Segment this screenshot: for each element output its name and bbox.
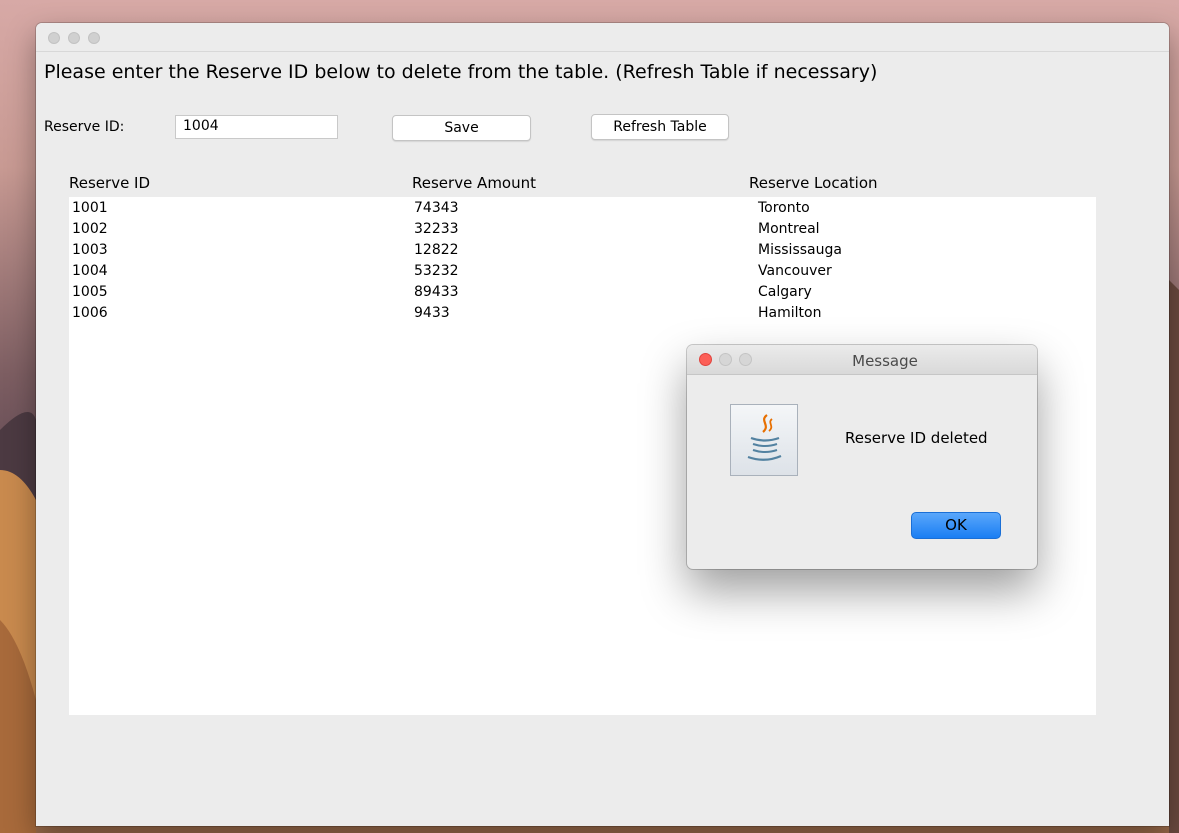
java-icon <box>730 404 798 476</box>
zoom-window-button[interactable] <box>88 32 100 44</box>
table-row-4-amount[interactable]: 53232 <box>414 261 459 282</box>
reserve-id-label: Reserve ID: <box>44 119 125 135</box>
table-row-5-location[interactable]: Calgary <box>758 282 812 303</box>
save-button[interactable]: Save <box>392 115 531 141</box>
column-header-reserve-id[interactable]: Reserve ID <box>69 174 150 192</box>
table-row-6-location[interactable]: Hamilton <box>758 303 821 324</box>
table-row-2-amount[interactable]: 32233 <box>414 219 459 240</box>
table-row-2-location[interactable]: Montreal <box>758 219 820 240</box>
dialog-message: Reserve ID deleted <box>845 429 988 447</box>
refresh-table-button[interactable]: Refresh Table <box>591 114 729 140</box>
reserve-id-input[interactable]: 1004 <box>175 115 338 139</box>
minimize-window-button[interactable] <box>68 32 80 44</box>
dialog-title: Message <box>852 352 918 370</box>
table-row-1-id[interactable]: 1001 <box>72 198 108 219</box>
table-row-4-id[interactable]: 1004 <box>72 261 108 282</box>
dialog-titlebar: Message <box>687 345 1037 375</box>
column-header-reserve-amount[interactable]: Reserve Amount <box>412 174 536 192</box>
table-row-1-location[interactable]: Toronto <box>758 198 810 219</box>
column-header-reserve-location[interactable]: Reserve Location <box>749 174 878 192</box>
ok-button[interactable]: OK <box>911 512 1001 539</box>
table-row-6-id[interactable]: 1006 <box>72 303 108 324</box>
table-row-3-amount[interactable]: 12822 <box>414 240 459 261</box>
message-dialog: Message Reserve ID deleted OK <box>687 345 1037 569</box>
close-window-button[interactable] <box>48 32 60 44</box>
table-row-4-location[interactable]: Vancouver <box>758 261 832 282</box>
table-row-5-amount[interactable]: 89433 <box>414 282 459 303</box>
table-row-6-amount[interactable]: 9433 <box>414 303 450 324</box>
table-row-1-amount[interactable]: 74343 <box>414 198 459 219</box>
table-row-3-id[interactable]: 1003 <box>72 240 108 261</box>
table-row-2-id[interactable]: 1002 <box>72 219 108 240</box>
window-titlebar <box>36 23 1169 52</box>
table-row-5-id[interactable]: 1005 <box>72 282 108 303</box>
table-row-3-location[interactable]: Mississauga <box>758 240 842 261</box>
instruction-text: Please enter the Reserve ID below to del… <box>44 61 878 83</box>
